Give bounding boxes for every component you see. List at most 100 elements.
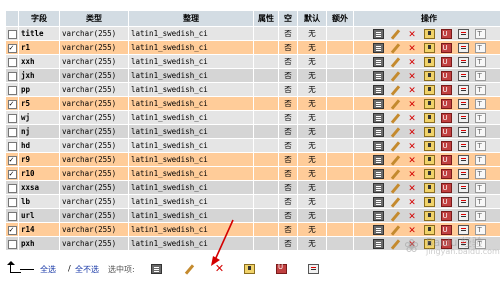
index-icon[interactable] xyxy=(457,57,469,67)
row-checkbox[interactable] xyxy=(8,71,17,81)
edit-icon[interactable] xyxy=(390,169,401,179)
unique-icon[interactable] xyxy=(440,196,452,208)
drop-icon[interactable]: ✕ xyxy=(407,168,418,179)
drop-icon[interactable]: ✕ xyxy=(407,182,418,193)
row-checkbox[interactable] xyxy=(8,183,17,193)
fulltext-icon[interactable] xyxy=(474,70,486,82)
row-checkbox[interactable] xyxy=(8,239,17,249)
table-row[interactable]: url varchar(255) latin1_swedish_ci 否无 ✕ xyxy=(6,209,500,222)
browse-icon[interactable] xyxy=(372,43,384,53)
row-checkbox-cell[interactable] xyxy=(6,111,18,124)
index-icon[interactable] xyxy=(457,71,469,81)
row-checkbox-cell[interactable] xyxy=(6,195,18,208)
row-checkbox-cell[interactable] xyxy=(6,27,18,40)
primary-key-icon[interactable] xyxy=(423,155,435,165)
table-row[interactable]: lb varchar(255) latin1_swedish_ci 否无 ✕ xyxy=(6,195,500,208)
uncheck-all-link[interactable]: 全不选 xyxy=(75,264,99,275)
edit-icon[interactable] xyxy=(390,29,401,39)
row-checkbox[interactable] xyxy=(8,127,17,137)
index-icon[interactable] xyxy=(457,155,469,165)
drop-icon[interactable]: ✕ xyxy=(407,112,418,123)
row-checkbox-cell[interactable] xyxy=(6,167,18,180)
header-attributes[interactable]: 属性 xyxy=(254,11,278,26)
table-row[interactable]: r5varchar(255)latin1_swedish_ci 否无 ✕ xyxy=(6,97,500,110)
browse-icon[interactable] xyxy=(372,57,384,67)
edit-icon[interactable] xyxy=(390,155,401,165)
unique-icon[interactable] xyxy=(440,168,452,180)
primary-key-icon[interactable] xyxy=(423,57,435,67)
fulltext-icon[interactable] xyxy=(474,56,486,68)
table-row[interactable]: r10varchar(255)latin1_swedish_ci 否无 ✕ xyxy=(6,167,500,180)
row-checkbox-cell[interactable] xyxy=(6,97,18,110)
row-checkbox[interactable] xyxy=(8,97,17,110)
table-row[interactable]: hd varchar(255) latin1_swedish_ci 否无 ✕ xyxy=(6,139,500,152)
browse-icon[interactable] xyxy=(372,99,384,109)
browse-icon[interactable] xyxy=(372,141,384,151)
row-checkbox[interactable] xyxy=(8,223,17,236)
unique-icon[interactable] xyxy=(440,56,452,68)
browse-icon[interactable] xyxy=(372,183,384,193)
fulltext-icon[interactable] xyxy=(474,154,486,166)
table-row[interactable]: wj varchar(255) latin1_swedish_ci 否无 ✕ xyxy=(6,111,500,124)
fulltext-icon[interactable] xyxy=(474,182,486,194)
row-checkbox-cell[interactable] xyxy=(6,41,18,54)
row-checkbox-cell[interactable] xyxy=(6,223,18,236)
row-checkbox-cell[interactable] xyxy=(6,153,18,166)
row-checkbox[interactable] xyxy=(8,29,17,39)
browse-icon[interactable] xyxy=(372,71,384,81)
browse-icon[interactable] xyxy=(372,169,384,179)
index-icon[interactable] xyxy=(457,85,469,95)
drop-icon[interactable]: ✕ xyxy=(407,196,418,207)
index-icon[interactable] xyxy=(457,127,469,137)
edit-icon[interactable] xyxy=(390,99,401,109)
primary-key-icon[interactable] xyxy=(423,113,435,123)
unique-icon[interactable] xyxy=(440,28,452,40)
edit-icon[interactable] xyxy=(390,239,401,249)
drop-icon[interactable]: ✕ xyxy=(407,210,418,221)
row-checkbox-cell[interactable] xyxy=(6,125,18,138)
primary-key-icon[interactable] xyxy=(423,43,435,53)
drop-icon[interactable]: ✕ xyxy=(407,70,418,81)
row-checkbox[interactable] xyxy=(8,113,17,123)
index-icon[interactable] xyxy=(457,113,469,123)
row-checkbox[interactable] xyxy=(8,141,17,151)
edit-icon[interactable] xyxy=(390,197,401,207)
browse-icon[interactable] xyxy=(372,197,384,207)
unique-icon[interactable] xyxy=(440,126,452,138)
primary-key-icon[interactable] xyxy=(423,169,435,179)
header-extra[interactable]: 额外 xyxy=(327,11,353,26)
browse-icon[interactable] xyxy=(372,127,384,137)
edit-icon[interactable] xyxy=(390,211,401,221)
edit-icon[interactable] xyxy=(390,43,401,53)
row-checkbox-cell[interactable] xyxy=(6,209,18,222)
fulltext-icon[interactable] xyxy=(474,126,486,138)
row-checkbox[interactable] xyxy=(8,57,17,67)
index-icon[interactable] xyxy=(457,211,469,221)
primary-key-icon[interactable] xyxy=(423,141,435,151)
unique-icon[interactable] xyxy=(440,98,452,110)
primary-key-icon[interactable] xyxy=(423,71,435,81)
edit-icon[interactable] xyxy=(390,113,401,123)
fulltext-icon[interactable] xyxy=(474,42,486,54)
drop-icon[interactable]: ✕ xyxy=(407,126,418,137)
row-checkbox[interactable] xyxy=(8,197,17,207)
primary-key-icon[interactable] xyxy=(423,85,435,95)
browse-icon[interactable] xyxy=(372,239,384,249)
index-icon[interactable] xyxy=(457,197,469,207)
row-checkbox[interactable] xyxy=(8,41,17,54)
primary-key-icon[interactable] xyxy=(423,29,435,39)
browse-icon[interactable] xyxy=(372,113,384,123)
browse-icon[interactable] xyxy=(372,29,384,39)
row-checkbox[interactable] xyxy=(8,85,17,95)
fulltext-icon[interactable] xyxy=(474,112,486,124)
index-icon[interactable] xyxy=(457,43,469,53)
index-icon[interactable] xyxy=(457,169,469,179)
index-icon[interactable] xyxy=(457,99,469,109)
primary-key-icon[interactable] xyxy=(423,183,435,193)
row-checkbox-cell[interactable] xyxy=(6,139,18,152)
row-checkbox-cell[interactable] xyxy=(6,69,18,82)
table-row[interactable]: xxsa varchar(255) latin1_swedish_ci 否无 ✕ xyxy=(6,181,500,194)
table-row[interactable]: r1varchar(255)latin1_swedish_ci 否无 ✕ xyxy=(6,41,500,54)
edit-icon[interactable] xyxy=(390,225,401,235)
primary-key-icon[interactable] xyxy=(423,211,435,221)
